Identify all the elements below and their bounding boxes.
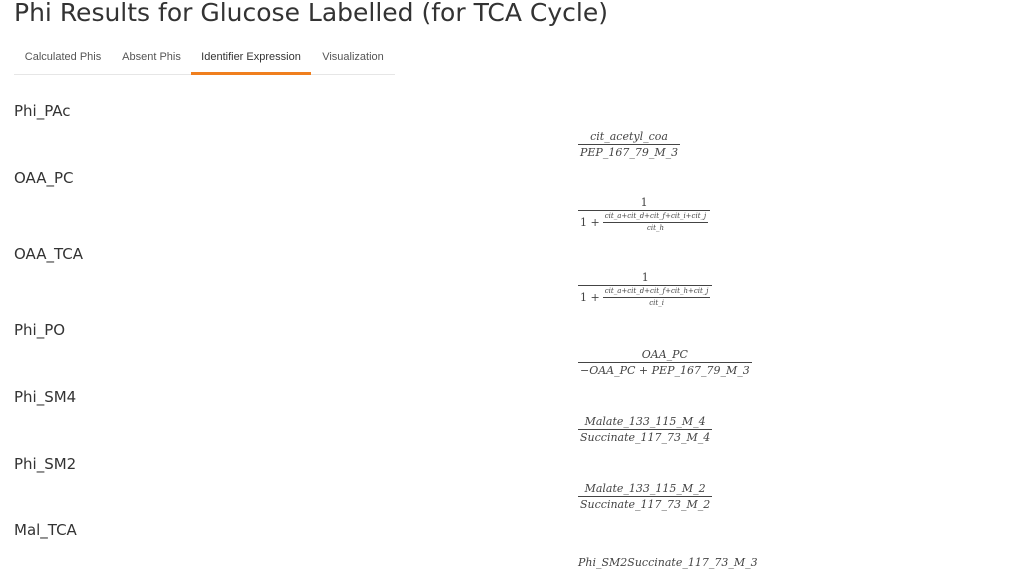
numerator: Malate_133_115_M_2 [584,482,706,495]
expression-oaa-tca: 1 1 + cit_a+cit_d+cit_f+cit_h+cit_j cit_… [578,271,713,308]
inner-denominator: cit_i [649,299,664,307]
expression-text: Phi_SM2Succinate_117_73_M_3 [578,556,758,569]
fraction: OAA_PC −OAA_PC + PEP_167_79_M_3 [578,348,752,377]
numerator: Malate_133_115_M_4 [584,415,706,428]
tab-identifier-expression[interactable]: Identifier Expression [191,40,311,75]
fraction: 1 1 + cit_a+cit_d+cit_f+cit_i+cit_j cit_… [578,196,711,233]
phi-label-oaa-tca: OAA_TCA [14,245,84,263]
inner-fraction: cit_a+cit_d+cit_f+cit_i+cit_j cit_h [602,212,709,233]
phi-label-phi-pac: Phi_PAc [14,102,71,120]
phi-label-phi-po: Phi_PO [14,321,66,339]
inner-denominator: cit_h [646,224,664,232]
page-title: Phi Results for Glucose Labelled (for TC… [14,0,608,27]
phi-label-mal-tca: Mal_TCA [14,521,77,539]
denominator: −OAA_PC + PEP_167_79_M_3 [580,364,750,377]
numerator: 1 [640,196,648,209]
denominator: Succinate_117_73_M_2 [580,498,711,511]
phi-label-phi-sm4: Phi_SM4 [14,388,77,406]
tab-absent-phis[interactable]: Absent Phis [112,40,191,74]
tab-bar: Calculated Phis Absent Phis Identifier E… [14,40,395,75]
denominator: PEP_167_79_M_3 [580,146,679,159]
fraction: cit_acetyl_coa PEP_167_79_M_3 [578,130,681,159]
expression-phi-sm2: Malate_133_115_M_2 Succinate_117_73_M_2 [578,482,713,511]
fraction: Malate_133_115_M_4 Succinate_117_73_M_4 [578,415,713,444]
numerator: 1 [641,271,649,284]
denominator: Succinate_117_73_M_4 [580,431,711,444]
denominator: 1 + cit_a+cit_d+cit_f+cit_h+cit_j cit_i [578,286,712,308]
fraction: 1 1 + cit_a+cit_d+cit_f+cit_h+cit_j cit_… [578,271,713,308]
expression-phi-po: OAA_PC −OAA_PC + PEP_167_79_M_3 [578,348,752,377]
denominator: 1 + cit_a+cit_d+cit_f+cit_i+cit_j cit_h [578,211,710,233]
phi-label-phi-sm2: Phi_SM2 [14,455,77,473]
expression-oaa-pc: 1 1 + cit_a+cit_d+cit_f+cit_i+cit_j cit_… [578,196,711,233]
numerator: cit_acetyl_coa [590,130,668,143]
numerator: OAA_PC [641,348,688,361]
expression-phi-pac: cit_acetyl_coa PEP_167_79_M_3 [578,130,681,159]
denominator-lead: 1 + [580,291,600,304]
tab-visualization[interactable]: Visualization [311,40,395,74]
fraction: Malate_133_115_M_2 Succinate_117_73_M_2 [578,482,713,511]
expression-mal-tca: Phi_SM2Succinate_117_73_M_3 [578,551,758,570]
expression-phi-sm4: Malate_133_115_M_4 Succinate_117_73_M_4 [578,415,713,444]
inner-numerator: cit_a+cit_d+cit_f+cit_i+cit_j [604,212,707,220]
phi-label-oaa-pc: OAA_PC [14,169,74,187]
denominator-lead: 1 + [580,216,600,229]
tab-calculated-phis[interactable]: Calculated Phis [14,40,112,74]
inner-fraction: cit_a+cit_d+cit_f+cit_h+cit_j cit_i [602,287,711,308]
inner-numerator: cit_a+cit_d+cit_f+cit_h+cit_j [604,287,709,295]
